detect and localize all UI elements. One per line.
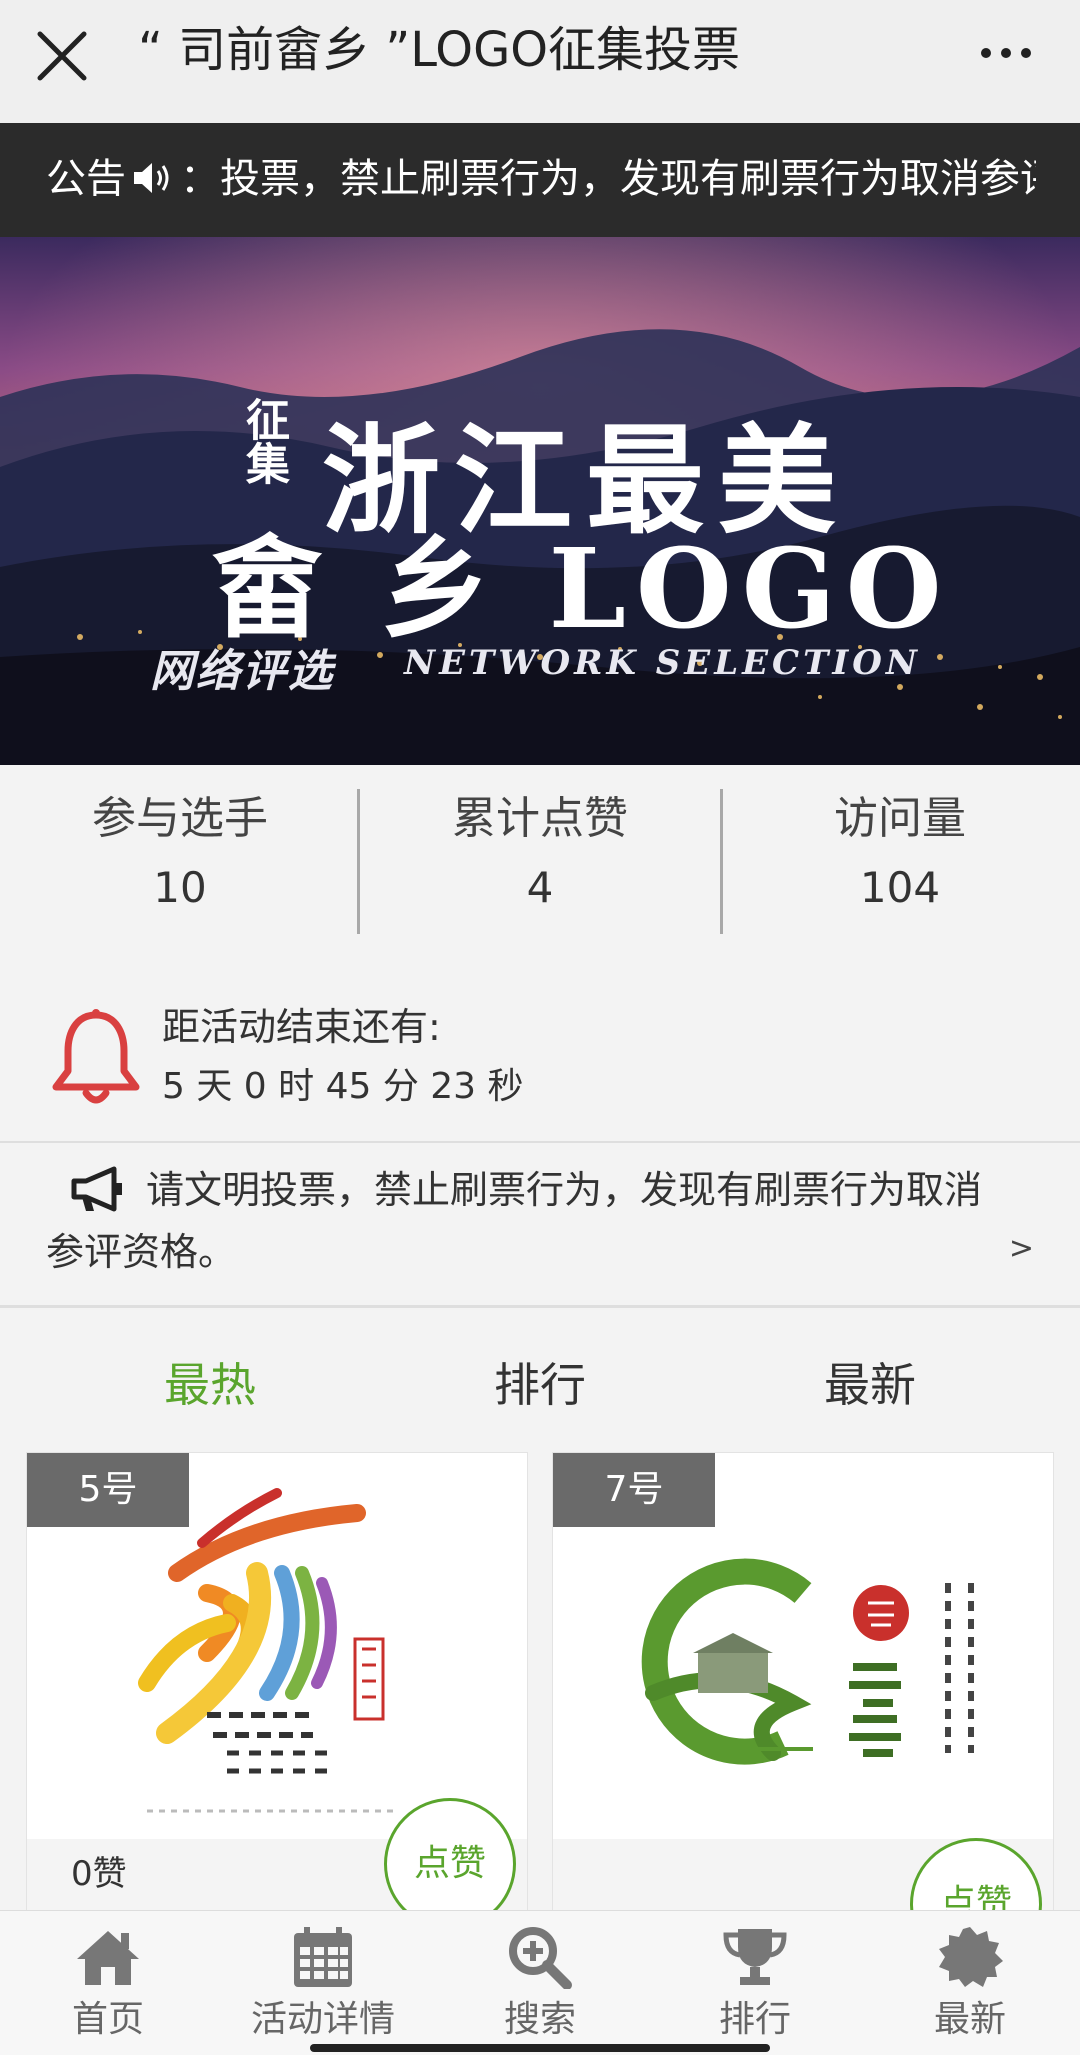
banner-small-text: 征集	[238, 397, 289, 485]
entry-number: 5号	[27, 1453, 189, 1527]
stat-value: 4	[526, 863, 554, 912]
entry-likes: 0赞	[71, 1854, 127, 1894]
calendar-icon	[294, 1927, 352, 1987]
nav-newest-label: 最新	[933, 1999, 1006, 2040]
announcement-text: 请文明投票，禁止刷票行为，发现有刷票行为取消参评资格。	[46, 1168, 983, 1274]
stat-label: 参与选手	[92, 793, 268, 844]
home-indicator	[310, 2044, 770, 2052]
nav-ranking-label: 排行	[718, 1999, 791, 2040]
close-icon[interactable]	[32, 26, 92, 86]
badge-icon	[939, 1927, 1003, 1987]
notice-marquee: 公告 ：投票，禁止刷票行为，发现有刷票行为取消参评资格。	[46, 149, 1036, 209]
nav-activity-label: 活动详情	[250, 1999, 395, 2040]
nav-newest[interactable]: 最新	[880, 1925, 1060, 2045]
trophy-icon	[723, 1929, 787, 1985]
nav-home[interactable]: 首页	[18, 1925, 198, 2045]
tab-bar: 最热 排行 最新	[0, 1318, 1080, 1448]
countdown-label: 距活动结束还有:	[162, 1005, 441, 1049]
entry-number: 7号	[553, 1453, 715, 1527]
nav-search-label: 搜索	[503, 1999, 576, 2040]
countdown-time: 5 天 0 时 45 分 23 秒	[162, 1066, 524, 1107]
stat-participants: 参与选手 10	[0, 789, 360, 923]
announcement[interactable]: 请文明投票，禁止刷票行为，发现有刷票行为取消参评资格。 >	[0, 1143, 1080, 1308]
countdown-section: 距活动结束还有: 5 天 0 时 45 分 23 秒	[0, 965, 1080, 1143]
stat-value: 10	[153, 863, 207, 912]
banner-subtitle-en: NETWORK SELECTION	[404, 643, 921, 683]
top-bar: “ 司前畲乡 ”LOGO征集投票	[0, 0, 1080, 123]
stat-label: 访问量	[834, 793, 966, 844]
stats-panel: 参与选手 10 累计点赞 4 访问量 104	[0, 765, 1080, 945]
notice-text: ：投票，禁止刷票行为，发现有刷票行为取消参评资格。	[180, 156, 1036, 202]
banner-subtitle-cn: 网络评选	[150, 646, 334, 697]
tab-ranking[interactable]: 排行	[360, 1350, 720, 1420]
notice-prefix: 公告	[46, 156, 126, 202]
stat-total-likes: 累计点赞 4	[360, 789, 720, 923]
nav-search[interactable]: 搜索	[450, 1925, 630, 2045]
banner-image: 征集 浙江最美 畲 乡 LOGO 网络评选 NETWORK SELECTION	[0, 237, 1080, 765]
stat-value: 104	[859, 863, 941, 912]
nav-home-label: 首页	[71, 1999, 144, 2040]
stat-label: 累计点赞	[452, 793, 628, 844]
bell-icon	[52, 1009, 140, 1104]
page-title: “ 司前畲乡 ”LOGO征集投票	[138, 22, 741, 78]
tab-newest[interactable]: 最新	[690, 1350, 1050, 1420]
stat-visits: 访问量 104	[720, 789, 1080, 923]
speaker-icon	[134, 163, 169, 193]
notice-bar: 公告 ：投票，禁止刷票行为，发现有刷票行为取消参评资格。	[0, 123, 1080, 237]
search-plus-icon	[509, 1927, 572, 1989]
announcement-arrow[interactable]: >	[1009, 1231, 1034, 1266]
more-icon[interactable]	[976, 38, 1036, 68]
nav-activity-details[interactable]: 活动详情	[233, 1925, 413, 2045]
tab-hottest[interactable]: 最热	[30, 1350, 390, 1420]
home-icon	[77, 1931, 139, 1985]
bottom-nav: 首页 活动详情 搜索 排行 最新	[0, 1910, 1080, 2055]
nav-ranking[interactable]: 排行	[665, 1925, 845, 2045]
